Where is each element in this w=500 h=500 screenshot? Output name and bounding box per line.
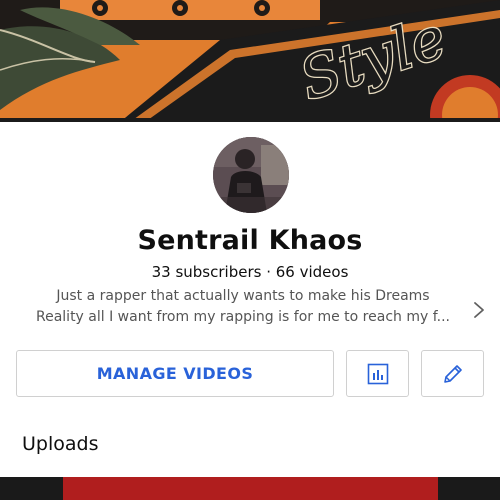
manage-videos-label: MANAGE VIDEOS: [96, 364, 254, 383]
thumbnail-image: [63, 477, 438, 500]
avatar-image: [213, 137, 289, 213]
pencil-icon: [443, 364, 462, 383]
channel-description[interactable]: Just a rapper that actually wants to mak…: [0, 286, 500, 334]
channel-name: Sentrail Khaos: [137, 225, 363, 256]
analytics-icon: [367, 363, 388, 384]
channel-banner: Style: [0, 0, 500, 122]
description-line-2: Reality all I want from my rapping is fo…: [36, 309, 450, 325]
uploads-section-title: Uploads: [22, 433, 99, 455]
manage-videos-button[interactable]: MANAGE VIDEOS: [16, 350, 334, 397]
chevron-right-icon[interactable]: [472, 300, 486, 320]
channel-stats: 33 subscribers · 66 videos: [151, 263, 349, 281]
banner-artwork: Style: [0, 0, 500, 122]
upload-thumbnail[interactable]: [0, 477, 500, 500]
analytics-button[interactable]: [346, 350, 409, 397]
description-line-1: Just a rapper that actually wants to mak…: [56, 288, 430, 304]
edit-channel-button[interactable]: [421, 350, 484, 397]
description-text: Just a rapper that actually wants to mak…: [20, 286, 466, 328]
channel-avatar[interactable]: [213, 137, 289, 213]
